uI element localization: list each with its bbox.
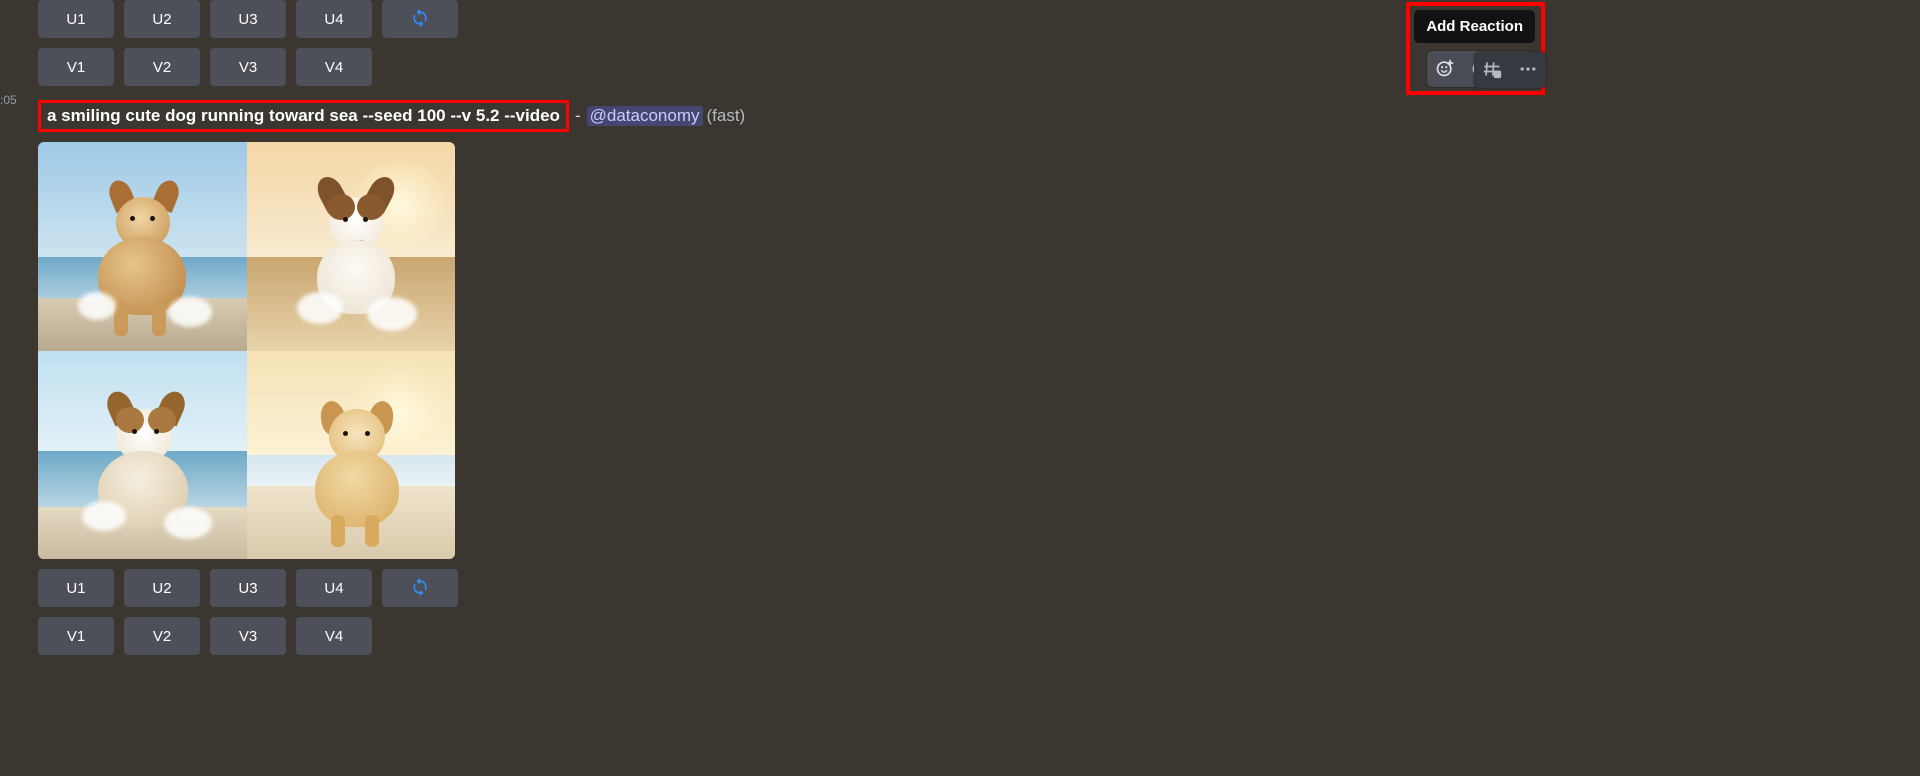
variation-row-top: V1 V2 V3 V4: [38, 48, 745, 86]
add-reaction-icon: [1435, 58, 1455, 81]
v4-button[interactable]: V4: [296, 48, 372, 86]
v4-button-b[interactable]: V4: [296, 617, 372, 655]
reroll-icon: [410, 577, 430, 600]
message-timestamp: :05: [0, 93, 17, 107]
create-thread-icon: [1482, 59, 1502, 82]
reroll-icon: [410, 8, 430, 31]
variation-row-bottom: V1 V2 V3 V4: [38, 617, 745, 655]
add-reaction-button[interactable]: [1427, 51, 1463, 87]
prompt-separator: -: [575, 106, 581, 126]
user-mention[interactable]: @dataconomy: [587, 106, 703, 126]
prompt-line: a smiling cute dog running toward sea --…: [38, 100, 745, 132]
v1-button[interactable]: V1: [38, 48, 114, 86]
create-thread-button[interactable]: [1474, 52, 1510, 88]
action-bar-secondary: [1474, 52, 1546, 88]
u3-button-b[interactable]: U3: [210, 569, 286, 607]
prompt-text: a smiling cute dog running toward sea --…: [38, 100, 569, 132]
u1-button[interactable]: U1: [38, 0, 114, 38]
v3-button-b[interactable]: V3: [210, 617, 286, 655]
image-grid[interactable]: [38, 142, 455, 559]
u4-button-b[interactable]: U4: [296, 569, 372, 607]
grid-image-4[interactable]: [247, 351, 456, 560]
v2-button-b[interactable]: V2: [124, 617, 200, 655]
add-reaction-tooltip: Add Reaction: [1414, 10, 1535, 43]
u4-button[interactable]: U4: [296, 0, 372, 38]
reroll-button-bottom[interactable]: [382, 569, 458, 607]
grid-image-3[interactable]: [38, 351, 247, 560]
grid-image-1[interactable]: [38, 142, 247, 351]
reroll-button-top[interactable]: [382, 0, 458, 38]
u1-button-b[interactable]: U1: [38, 569, 114, 607]
upscale-row-bottom: U1 U2 U3 U4: [38, 569, 745, 607]
u3-button[interactable]: U3: [210, 0, 286, 38]
v2-button[interactable]: V2: [124, 48, 200, 86]
upscale-row-top: U1 U2 U3 U4: [38, 0, 745, 38]
more-icon: [1518, 59, 1538, 82]
v3-button[interactable]: V3: [210, 48, 286, 86]
grid-image-2[interactable]: [247, 142, 456, 351]
u2-button-b[interactable]: U2: [124, 569, 200, 607]
message-block: U1 U2 U3 U4 V1 V2 V3 V4 a smiling cute d…: [38, 0, 745, 665]
mode-label: (fast): [707, 106, 746, 126]
v1-button-b[interactable]: V1: [38, 617, 114, 655]
more-button[interactable]: [1510, 52, 1546, 88]
u2-button[interactable]: U2: [124, 0, 200, 38]
